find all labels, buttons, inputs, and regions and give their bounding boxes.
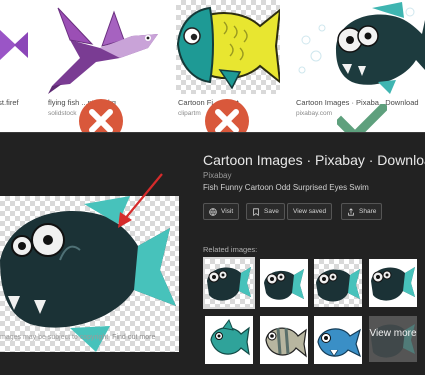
globe-icon xyxy=(209,207,217,216)
result-card[interactable]: ast.firef xyxy=(0,0,30,132)
image-description: Fish Funny Cartoon Odd Surprised Eyes Sw… xyxy=(203,183,369,192)
copyright-notice: mages may be subject to copyright Find ou… xyxy=(0,334,155,341)
bowtie-fish-image[interactable] xyxy=(0,0,30,94)
save-label: Save xyxy=(264,208,279,215)
fish-thumbnail-icon xyxy=(371,324,415,358)
bookmark-icon xyxy=(253,207,259,216)
view-saved-button[interactable]: View saved xyxy=(287,203,333,220)
piranha-fish-image[interactable] xyxy=(292,0,425,94)
view-saved-label: View saved xyxy=(293,208,327,215)
view-more-label: View more xyxy=(369,328,417,339)
page-title[interactable]: Cartoon Images · Pixabay · Downloa xyxy=(203,152,425,168)
share-label: Share xyxy=(359,208,377,215)
related-image-teal-fish[interactable] xyxy=(205,316,253,364)
yellow-fish-image[interactable] xyxy=(176,0,280,94)
share-icon xyxy=(348,207,354,216)
save-button[interactable]: Save xyxy=(246,203,285,220)
site-name: Pixabay xyxy=(203,171,232,180)
divider xyxy=(0,132,425,133)
purple-flying-fish-image[interactable] xyxy=(40,0,166,94)
result-source: pixabay.com xyxy=(296,110,333,117)
related-images-label: Related images: xyxy=(203,245,258,254)
visit-button[interactable]: Visit xyxy=(203,203,240,220)
related-image-piranha[interactable] xyxy=(369,259,417,307)
related-image-piranha[interactable] xyxy=(314,259,362,307)
related-image-striped-fish[interactable] xyxy=(260,316,308,364)
related-image-piranha[interactable] xyxy=(203,257,255,309)
annotation-arrow-icon xyxy=(118,173,163,228)
result-source: clipartm xyxy=(178,110,201,117)
result-source: solidstock xyxy=(48,110,77,117)
result-caption: ast.firef xyxy=(0,98,19,107)
view-more-button[interactable]: View more xyxy=(369,316,417,362)
visit-label: Visit xyxy=(221,208,234,215)
find-out-more-link[interactable]: Find out more xyxy=(112,334,155,341)
share-button[interactable]: Share xyxy=(341,203,383,220)
related-image-blue-fish[interactable] xyxy=(314,316,362,364)
related-image-piranha[interactable] xyxy=(260,259,308,307)
copyright-text: mages may be subject to copyright xyxy=(0,334,109,341)
